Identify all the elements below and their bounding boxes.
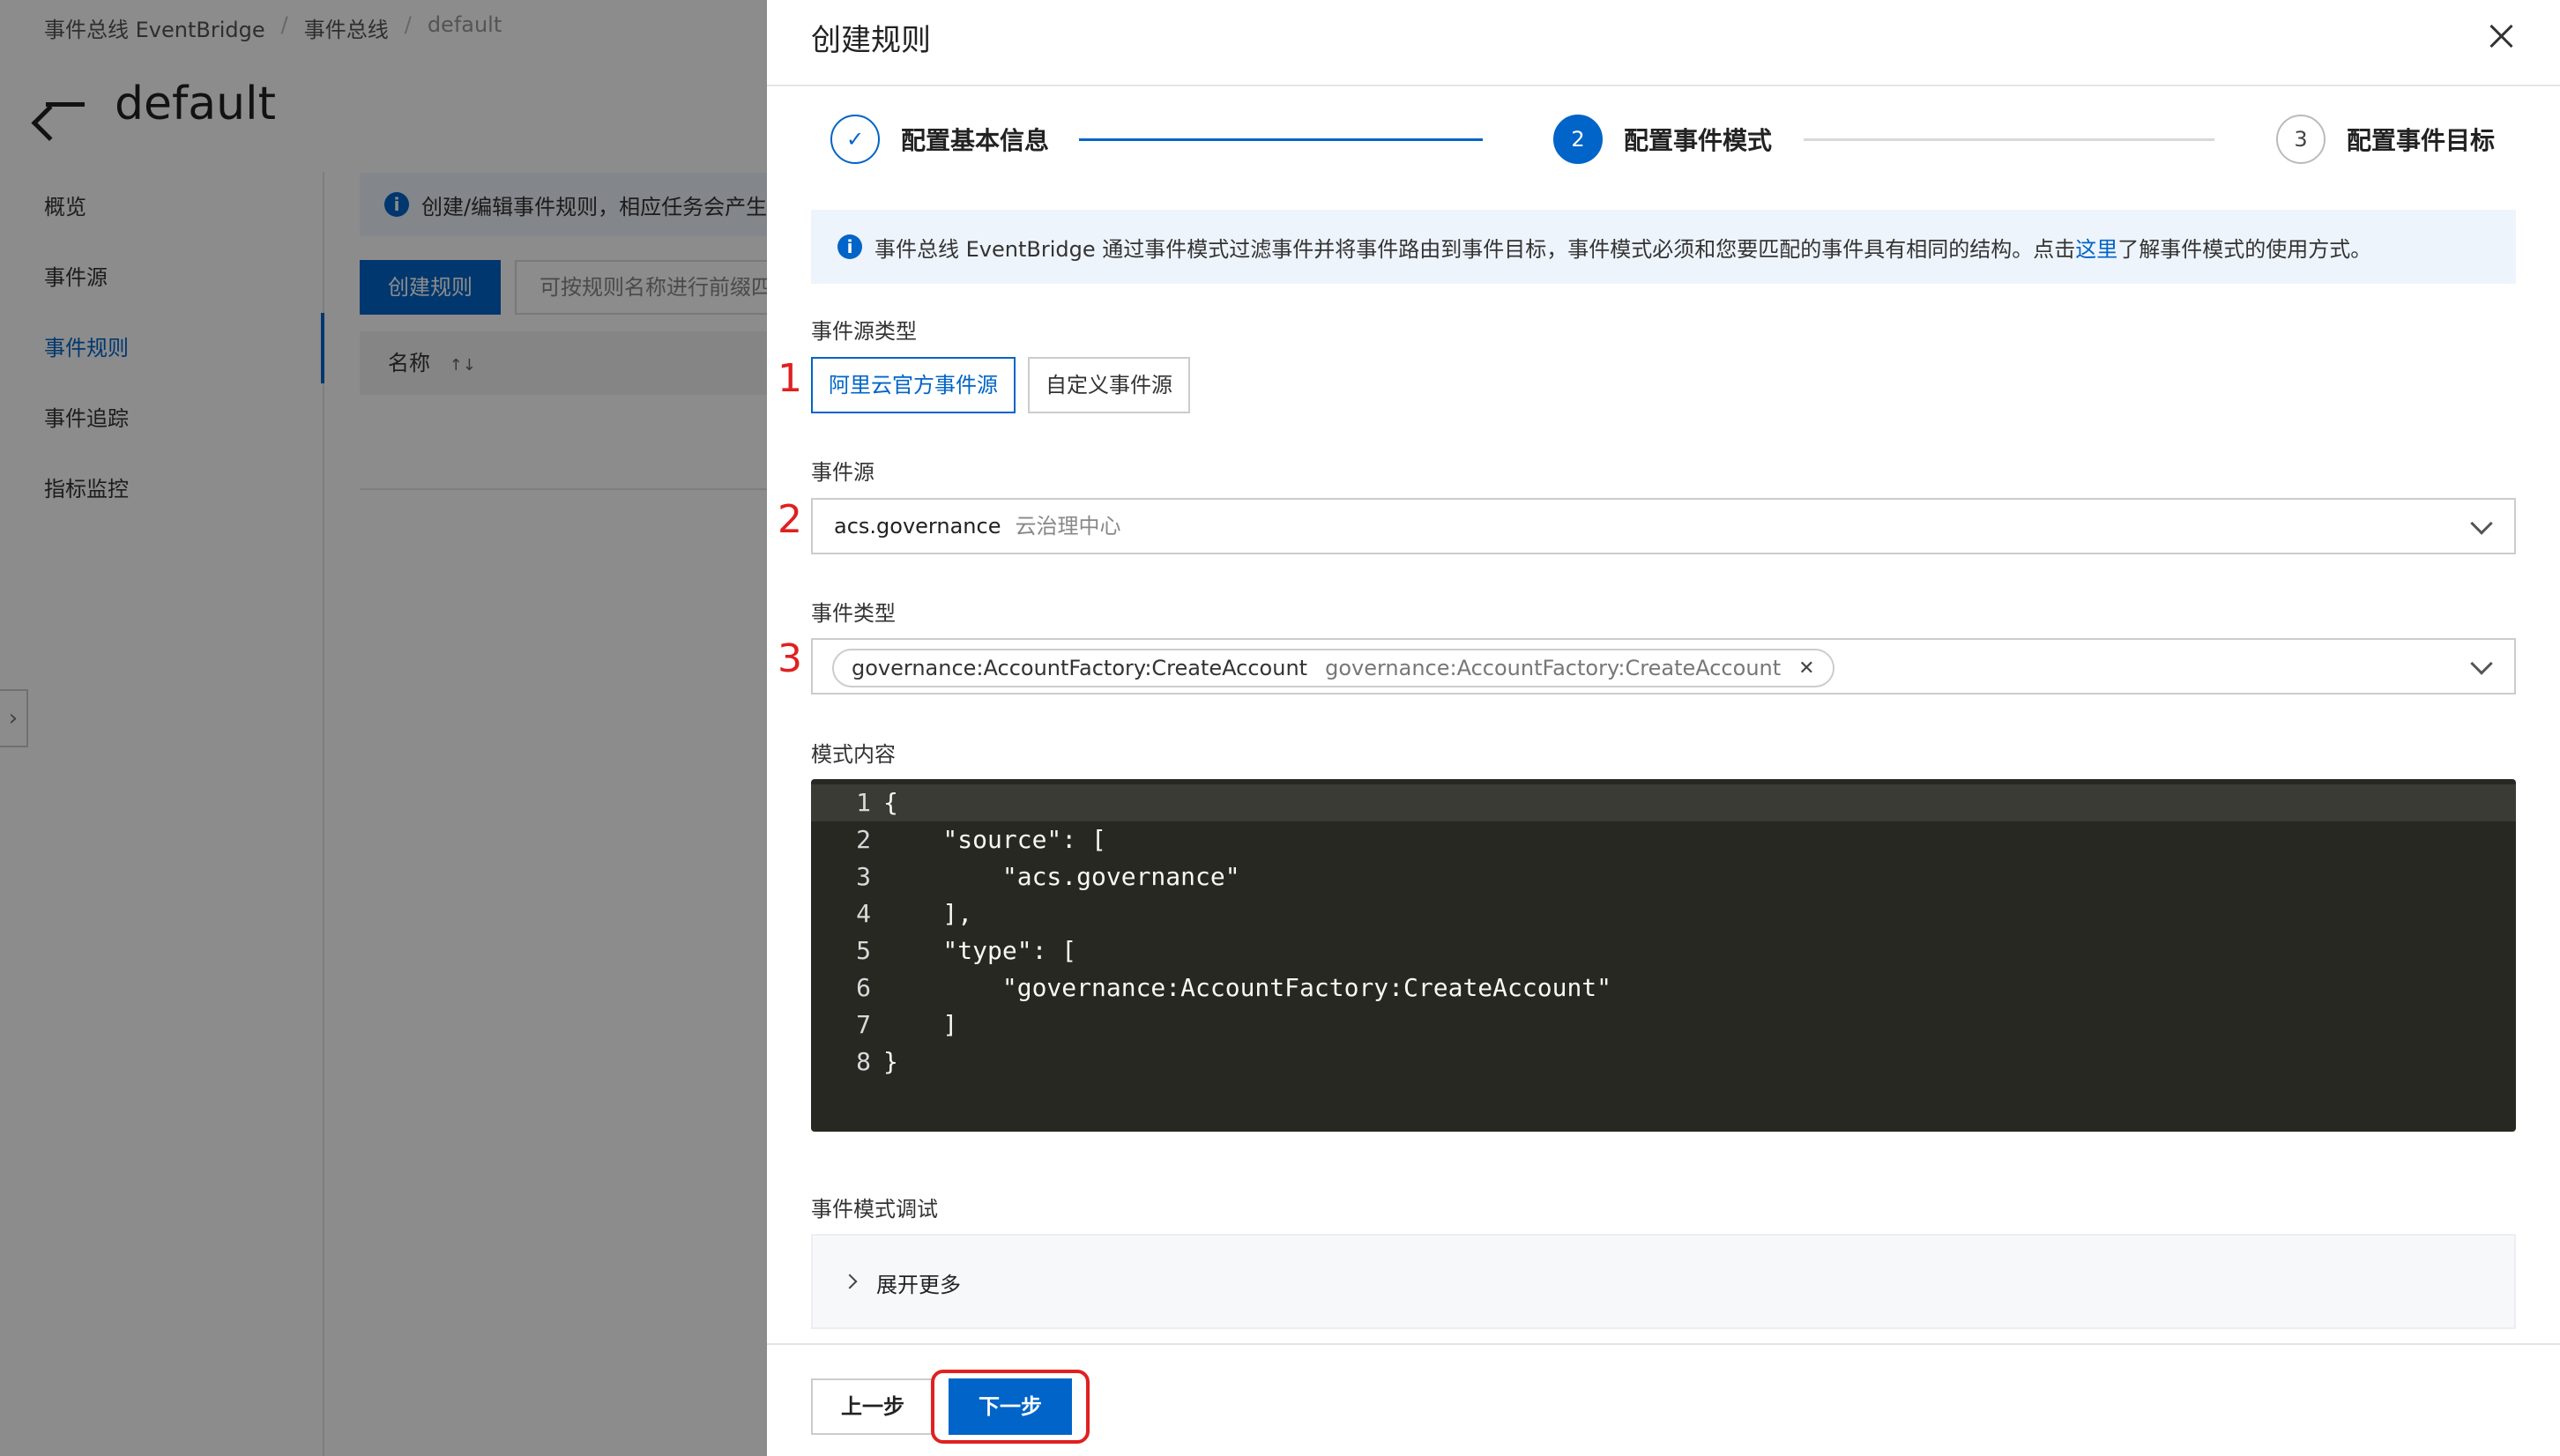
step-event-pattern: 2 配置事件模式 <box>1553 115 1772 164</box>
step-connector <box>1804 138 2214 141</box>
step-number: 3 <box>2276 115 2326 164</box>
code-text: "acs.governance" <box>883 862 1240 891</box>
line-number: 7 <box>856 1010 871 1039</box>
line-number: 1 <box>856 788 871 817</box>
drawer-title: 创建规则 <box>811 23 931 58</box>
step-basic-info: ✓ 配置基本信息 <box>830 115 1049 164</box>
info-icon: i <box>837 234 862 259</box>
close-icon[interactable] <box>2486 21 2516 51</box>
code-text: ], <box>883 899 973 928</box>
step-label: 配置基本信息 <box>901 126 1050 155</box>
event-source-value: acs.governance 云治理中心 <box>834 500 1120 553</box>
code-text: "governance:AccountFactory:CreateAccount… <box>883 973 1612 1002</box>
step-connector <box>1079 138 1483 141</box>
tag-description: governance:AccountFactory:CreateAccount <box>1325 656 1782 680</box>
annotation-3: 3 <box>778 636 802 681</box>
pattern-content-label: 模式内容 <box>811 742 896 767</box>
code-line: 5 "type": [ <box>811 932 2516 969</box>
pattern-code-editor[interactable]: 1{ 2 "source": [ 3 "acs.governance" 4 ],… <box>811 779 2516 1132</box>
line-number: 5 <box>856 936 871 965</box>
drawer-header: 创建规则 <box>767 0 2560 86</box>
info-link[interactable]: 这里 <box>2075 237 2117 262</box>
code-text: "type": [ <box>883 936 1077 965</box>
chevron-down-icon[interactable] <box>2470 512 2493 535</box>
event-source-label: 事件源 <box>811 460 874 485</box>
line-number: 3 <box>856 862 871 891</box>
step-label: 配置事件目标 <box>2347 126 2496 155</box>
source-type-official-button[interactable]: 阿里云官方事件源 <box>811 357 1016 413</box>
modal-overlay[interactable] <box>0 0 767 1456</box>
code-line: 2 "source": [ <box>811 821 2516 858</box>
source-type-custom-button[interactable]: 自定义事件源 <box>1028 357 1190 413</box>
event-type-tag: governance:AccountFactory:CreateAccount … <box>832 649 1834 687</box>
code-line: 4 ], <box>811 895 2516 932</box>
event-source-description: 云治理中心 <box>1015 514 1121 539</box>
expand-more-label[interactable]: 展开更多 <box>876 1267 961 1298</box>
previous-step-button[interactable]: 上一步 <box>811 1378 934 1435</box>
check-icon: ✓ <box>830 115 880 164</box>
line-number: 6 <box>856 973 871 1002</box>
drawer-footer: 上一步 下一步 <box>767 1343 2560 1456</box>
source-type-label: 事件源类型 <box>811 319 917 344</box>
line-number: 4 <box>856 899 871 928</box>
pattern-debug-label: 事件模式调试 <box>811 1197 938 1222</box>
event-type-label: 事件类型 <box>811 601 896 626</box>
tag-value: governance:AccountFactory:CreateAccount <box>852 656 1308 680</box>
create-rule-drawer: 创建规则 ✓ 配置基本信息 2 配置事件模式 3 配置事件目标 i 事件总线 E… <box>767 0 2560 1456</box>
info-text-before: 事件总线 EventBridge 通过事件模式过滤事件并将事件路由到事件目标，事… <box>874 236 2076 262</box>
code-text: "source": [ <box>883 825 1106 854</box>
code-line: 1{ <box>811 784 2516 821</box>
code-line: 7 ] <box>811 1007 2516 1044</box>
event-type-select[interactable]: governance:AccountFactory:CreateAccount … <box>811 638 2516 695</box>
code-line: 3 "acs.governance" <box>811 858 2516 895</box>
line-number: 8 <box>856 1047 871 1076</box>
step-label: 配置事件模式 <box>1624 126 1773 155</box>
line-number: 2 <box>856 825 871 854</box>
annotation-1: 1 <box>778 356 802 401</box>
pattern-info-banner: i 事件总线 EventBridge 通过事件模式过滤事件并将事件路由到事件目标… <box>811 210 2516 284</box>
pattern-debug-panel[interactable]: 展开更多 <box>811 1234 2516 1329</box>
tag-close-icon[interactable]: ✕ <box>1798 657 1814 680</box>
step-number: 2 <box>1553 115 1603 164</box>
code-line: 6 "governance:AccountFactory:CreateAccou… <box>811 969 2516 1007</box>
pattern-info-text: 事件总线 EventBridge 通过事件模式过滤事件并将事件路由到事件目标，事… <box>874 232 2371 263</box>
info-text-after: 了解事件模式的使用方式。 <box>2117 236 2372 262</box>
code-text: } <box>883 1047 898 1076</box>
event-source-name: acs.governance <box>834 514 1001 539</box>
code-text: ] <box>883 1010 958 1039</box>
next-step-button[interactable]: 下一步 <box>949 1378 1072 1435</box>
code-text: { <box>883 788 898 817</box>
event-source-select[interactable]: acs.governance 云治理中心 <box>811 498 2516 554</box>
step-indicator: ✓ 配置基本信息 2 配置事件模式 3 配置事件目标 <box>830 115 2505 167</box>
step-event-target: 3 配置事件目标 <box>2276 115 2495 164</box>
annotation-2: 2 <box>778 497 802 542</box>
code-line: 8} <box>811 1044 2516 1081</box>
chevron-down-icon[interactable] <box>2470 652 2493 675</box>
